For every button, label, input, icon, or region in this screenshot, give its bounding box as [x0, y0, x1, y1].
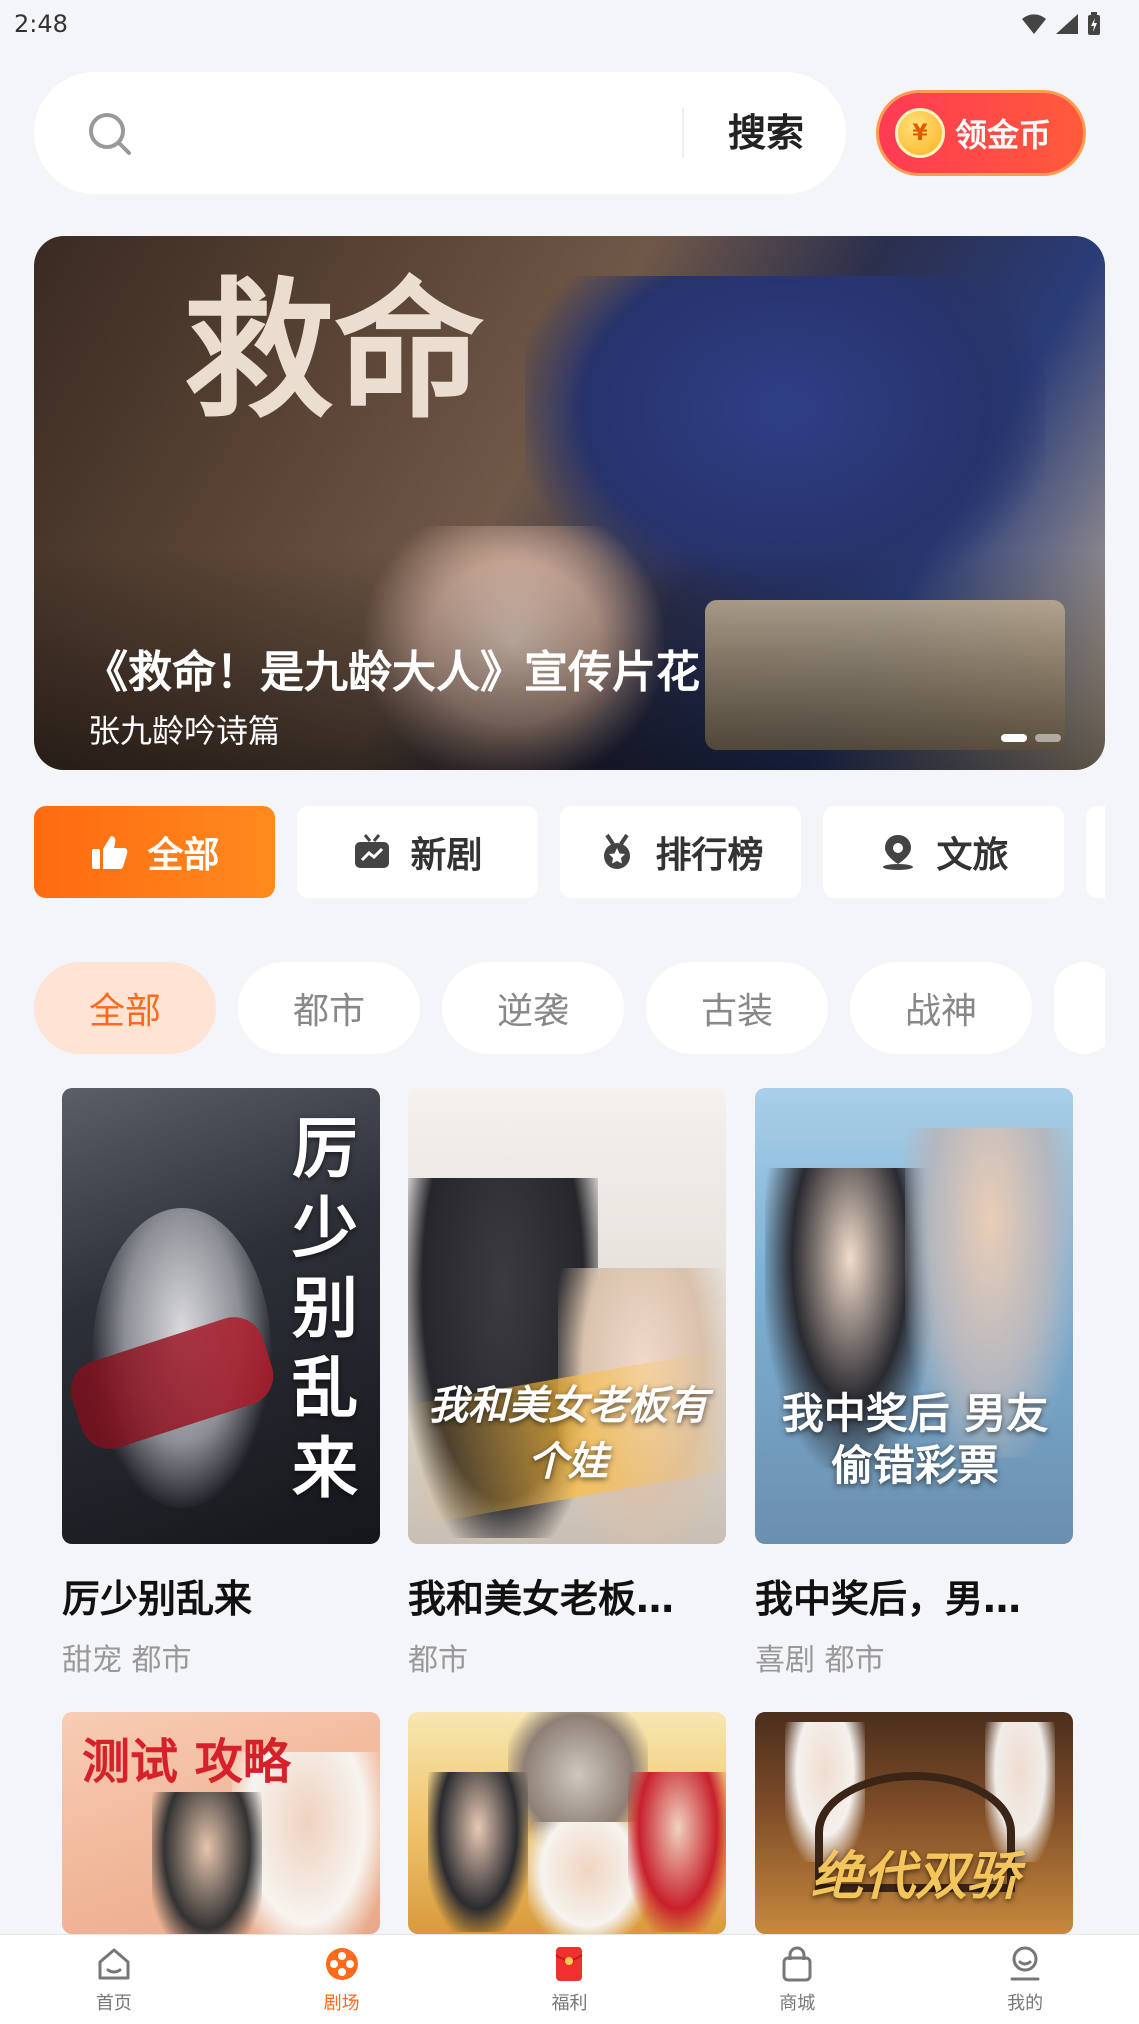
- category-travel-button[interactable]: 文旅: [823, 806, 1064, 898]
- genre-chip-comeback[interactable]: 逆袭: [442, 962, 624, 1054]
- drama-tags: 都市: [408, 1643, 468, 1678]
- location-icon: [883, 835, 914, 870]
- drama-poster-title: 厉少别乱来: [292, 1109, 358, 1507]
- nav-mall[interactable]: 商城: [722, 1945, 872, 2015]
- home-icon: [98, 1948, 130, 1979]
- drama-card[interactable]: 我中奖后 男友偷错彩票 我中奖后，男… 喜剧 都市: [755, 1088, 1073, 1679]
- drama-card[interactable]: [408, 1712, 726, 1934]
- drama-card[interactable]: 绝代双骄: [755, 1712, 1073, 1934]
- nav-label: 首页: [95, 1992, 132, 2014]
- status-bar: 2:48: [0, 0, 1139, 48]
- nav-benefits[interactable]: 福利: [494, 1945, 644, 2015]
- category-row: 全部 新剧 排行榜 文旅: [34, 806, 1105, 898]
- genre-filter-row: 全部 都市 逆袭 古装 战神: [34, 962, 1105, 1054]
- drama-poster: 绝代双骄: [755, 1712, 1073, 1934]
- drama-title: 厉少别乱来: [62, 1577, 253, 1621]
- category-label: 新剧: [410, 835, 483, 876]
- drama-poster: 我和美女老板有个娃: [408, 1088, 726, 1544]
- drama-tags: 甜宠 都市: [62, 1643, 192, 1678]
- status-time: 2:48: [14, 10, 68, 38]
- nav-theater[interactable]: 剧场: [267, 1945, 417, 2015]
- drama-poster-title: 我和美女老板有个娃: [428, 1382, 708, 1485]
- drama-card[interactable]: 厉少别乱来 厉少别乱来 甜宠 都市: [62, 1088, 380, 1679]
- status-icons: [1021, 12, 1101, 36]
- drama-poster-title: 我中奖后 男友偷错彩票: [781, 1389, 1049, 1490]
- thumbs-up-icon: [92, 836, 128, 869]
- drama-tags: 喜剧 都市: [755, 1643, 885, 1678]
- drama-card[interactable]: 测试 攻略: [62, 1712, 380, 1934]
- banner-calligraphy: 救命: [184, 263, 485, 439]
- category-label: 全部: [147, 835, 220, 876]
- signal-icon: [1056, 14, 1078, 34]
- banner-dot: [1035, 734, 1061, 742]
- banner-pagination: [1001, 734, 1061, 742]
- category-label: 排行榜: [655, 835, 764, 876]
- red-envelope-icon: [555, 1946, 584, 1981]
- category-new-button[interactable]: 新剧: [297, 806, 538, 898]
- banner-title: 《救命！是九龄大人》宣传片花: [84, 647, 700, 698]
- nav-label: 剧场: [323, 1992, 360, 2014]
- drama-poster: [408, 1712, 726, 1934]
- nav-profile[interactable]: 我的: [950, 1945, 1100, 2015]
- search-input[interactable]: [154, 102, 694, 164]
- drama-card[interactable]: 我和美女老板有个娃 我和美女老板… 都市: [408, 1088, 726, 1679]
- drama-poster: 我中奖后 男友偷错彩票: [755, 1088, 1073, 1544]
- search-row: 搜索 ¥ 领金币: [34, 72, 1086, 194]
- genre-chip-more[interactable]: [1054, 962, 1105, 1054]
- search-box: 搜索: [34, 72, 846, 194]
- search-icon: [89, 113, 131, 155]
- film-reel-icon: [325, 1947, 358, 1980]
- nav-label: 商城: [779, 1992, 816, 2014]
- medal-icon: [604, 833, 631, 869]
- profile-icon: [1010, 1946, 1040, 1980]
- collect-coins-button[interactable]: ¥ 领金币: [876, 90, 1086, 176]
- drama-poster: 厉少别乱来: [62, 1088, 380, 1544]
- category-more-button[interactable]: [1086, 806, 1105, 898]
- nav-label: 我的: [1007, 1992, 1044, 2014]
- search-divider: [682, 108, 684, 158]
- collect-coins-label: 领金币: [955, 116, 1052, 154]
- drama-poster-title: 测试 攻略: [82, 1734, 291, 1790]
- nav-label: 福利: [551, 1992, 588, 2014]
- wifi-icon: [1022, 14, 1046, 34]
- bottom-nav: 首页 剧场 福利 商城 我的: [0, 1934, 1139, 2024]
- category-all-button[interactable]: 全部: [34, 806, 275, 898]
- drama-poster-title: 绝代双骄: [810, 1846, 1019, 1907]
- genre-chip-costume[interactable]: 古装: [646, 962, 828, 1054]
- nav-home[interactable]: 首页: [39, 1945, 189, 2015]
- shopping-bag-icon: [782, 1946, 812, 1981]
- coin-icon: ¥: [895, 108, 945, 158]
- category-label: 文旅: [936, 835, 1009, 876]
- drama-poster: 测试 攻略: [62, 1712, 380, 1934]
- drama-title: 我和美女老板…: [408, 1577, 675, 1621]
- featured-banner[interactable]: 救命 《救命！是九龄大人》宣传片花 张九龄吟诗篇: [34, 236, 1105, 770]
- genre-chip-all[interactable]: 全部: [34, 962, 216, 1054]
- banner-dot: [1001, 734, 1027, 742]
- search-button[interactable]: 搜索: [706, 100, 826, 166]
- genre-chip-urban[interactable]: 都市: [238, 962, 420, 1054]
- drama-title: 我中奖后，男…: [755, 1577, 1022, 1621]
- banner-subtitle: 张九龄吟诗篇: [88, 712, 281, 750]
- battery-icon: [1088, 12, 1100, 35]
- tv-icon: [355, 834, 390, 868]
- genre-chip-war-god[interactable]: 战神: [850, 962, 1032, 1054]
- category-ranking-button[interactable]: 排行榜: [560, 806, 801, 898]
